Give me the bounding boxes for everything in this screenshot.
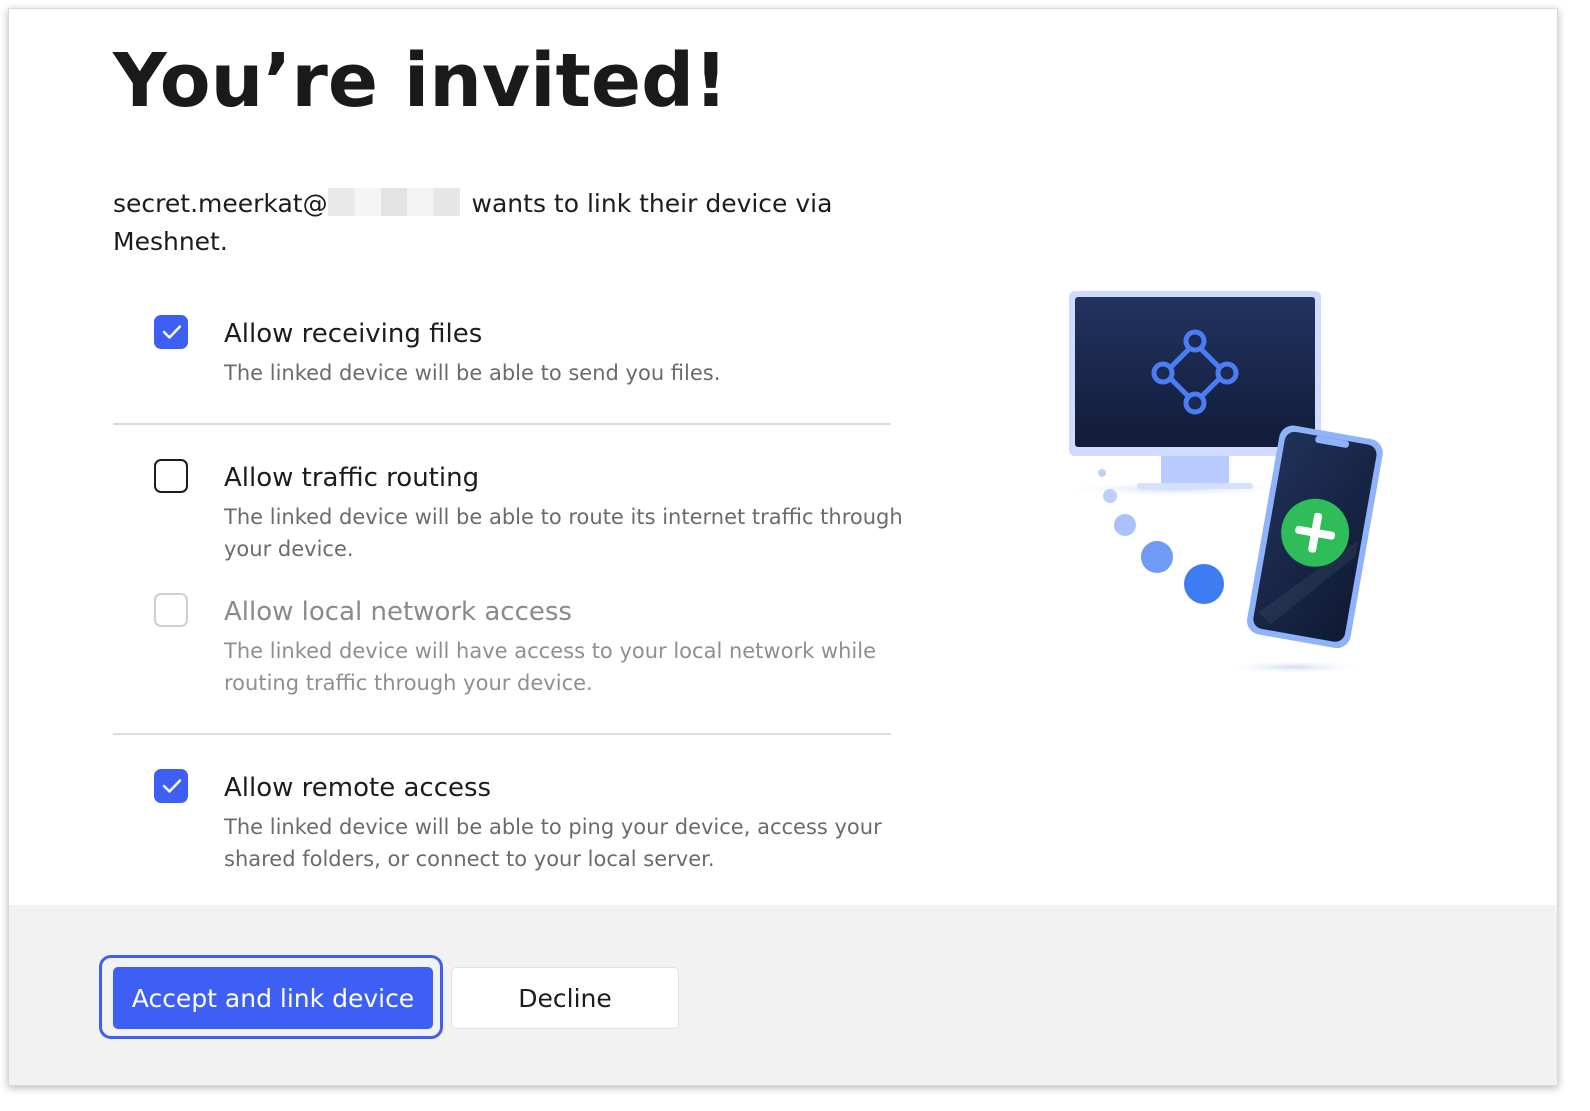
permission-description: The linked device will have access to yo…: [224, 639, 876, 695]
permission-description: The linked device will be able to route …: [224, 505, 903, 561]
traffic-routing-checkbox[interactable]: [154, 459, 188, 493]
local-network-access-checkbox: [154, 593, 188, 627]
monitor-stand: [1161, 456, 1229, 484]
invite-sender: secret.meerkat@: [113, 189, 328, 218]
permission-title: Allow remote access: [224, 773, 492, 803]
accept-button[interactable]: Accept and link device: [113, 967, 433, 1029]
remote-access-checkbox[interactable]: [154, 769, 188, 803]
dot: [1114, 514, 1136, 536]
permission-title: Allow traffic routing: [224, 463, 480, 493]
monitor-base: [1137, 483, 1253, 489]
redacted-domain: [327, 188, 460, 216]
receiving-files-checkbox[interactable]: [154, 315, 188, 349]
permission-description: The linked device will be able to send y…: [224, 361, 721, 385]
invite-message: secret.meerkat@ wants to link their devi…: [113, 185, 833, 261]
permission-description: The linked device will be able to ping y…: [224, 815, 882, 871]
permission-title: Allow local network access: [224, 597, 572, 627]
page-title: You’re invited!: [113, 38, 728, 124]
divider: [113, 733, 891, 735]
checkmark-icon: [162, 325, 182, 339]
dot: [1184, 564, 1224, 604]
meshnet-device-link-illustration: [1054, 291, 1383, 674]
dot: [1098, 469, 1106, 477]
dot: [1103, 489, 1117, 503]
divider: [113, 423, 891, 425]
monitor-screen: [1075, 297, 1315, 447]
decline-button[interactable]: Decline: [451, 967, 679, 1029]
checkmark-icon: [162, 779, 182, 793]
dialog-footer: Accept and link device Decline: [9, 905, 1557, 1085]
dot: [1141, 541, 1173, 573]
permission-title: Allow receiving files: [224, 319, 483, 349]
phone-shadow: [1219, 660, 1369, 674]
invite-dialog: You’re invited! secret.meerkat@ wants to…: [8, 8, 1558, 1086]
phone: [1247, 425, 1383, 649]
